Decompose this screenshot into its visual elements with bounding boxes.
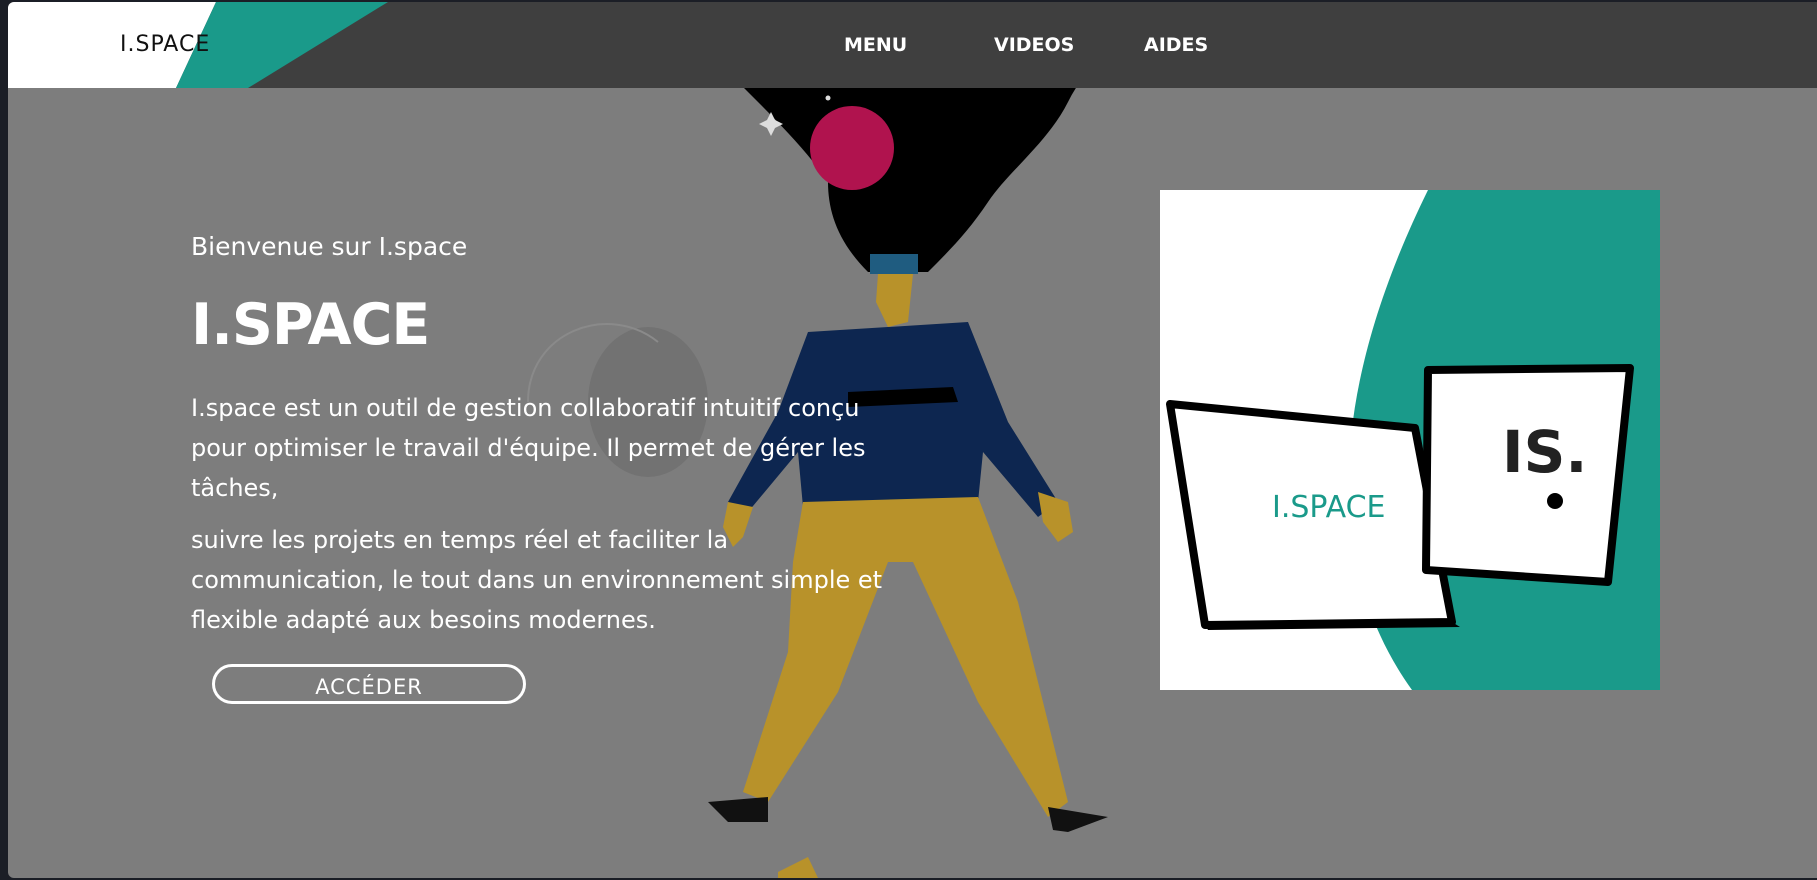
- nav-link-menu[interactable]: MENU: [844, 34, 907, 56]
- logo-text[interactable]: I.SPACE: [120, 32, 210, 57]
- hero-description-2: suivre les projets en temps réel et faci…: [191, 526, 883, 634]
- top-navbar: I.SPACE MENU VIDEOS AIDES: [8, 2, 1817, 88]
- logo-area[interactable]: I.SPACE: [8, 2, 408, 88]
- hero-title: I.SPACE: [191, 292, 430, 358]
- welcome-text: Bienvenue sur I.space: [191, 232, 468, 261]
- nav-link-videos[interactable]: VIDEOS: [994, 34, 1074, 56]
- access-button[interactable]: ACCÉDER: [212, 664, 526, 704]
- promo-image: I.SPACE IS.: [1160, 190, 1660, 690]
- tablet-logo: IS.: [1502, 418, 1588, 486]
- nav-link-aides[interactable]: AIDES: [1144, 34, 1208, 56]
- hero-description-1: I.space est un outil de gestion collabor…: [191, 394, 866, 502]
- laptop-logo: I.SPACE: [1272, 490, 1386, 525]
- page-frame: I.SPACE MENU VIDEOS AIDES Bienvenue sur …: [8, 2, 1817, 878]
